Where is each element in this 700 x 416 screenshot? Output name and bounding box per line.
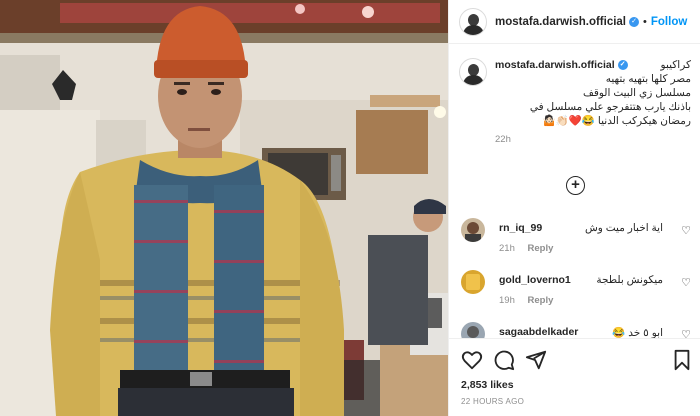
post-actions: 2,853 likes 22 HOURS AGO bbox=[449, 338, 700, 416]
username-link[interactable]: mostafa.darwish.official bbox=[495, 16, 626, 28]
caption-first-line: كراكيبو bbox=[660, 59, 691, 71]
comment-avatar[interactable] bbox=[461, 270, 485, 294]
separator-dot: • bbox=[643, 15, 647, 28]
verified-badge-icon: ✓ bbox=[629, 16, 640, 27]
comment-icon[interactable] bbox=[493, 349, 515, 371]
caption: mostafa.darwish.official ✓ كراكيبو مصر كل… bbox=[449, 58, 700, 145]
comment-item: sagaabdelkader ابو ٥ خد 😂 ♡ bbox=[461, 322, 693, 338]
comment-avatar[interactable] bbox=[461, 218, 485, 242]
comment-heart-icon[interactable]: ♡ bbox=[681, 328, 691, 338]
comment-username[interactable]: rn_iq_99 bbox=[499, 222, 542, 234]
comment-heart-icon[interactable]: ♡ bbox=[681, 224, 691, 237]
share-icon[interactable] bbox=[525, 349, 547, 371]
post-side-panel: mostafa.darwish.official ✓ • Follow most… bbox=[448, 0, 700, 416]
caption-line: باذنك يارب هتتفرجو علي مسلسل في bbox=[529, 101, 691, 113]
caption-line: مصر كلها بتهيه بتهيه bbox=[605, 73, 691, 85]
comment-meta: 19h Reply bbox=[499, 295, 553, 306]
caption-username[interactable]: mostafa.darwish.official ✓ bbox=[495, 58, 628, 72]
reply-button[interactable]: Reply bbox=[528, 243, 554, 254]
comment-meta: 21h Reply bbox=[499, 243, 553, 254]
comment-text: ميكونش بلطجة bbox=[596, 274, 663, 286]
comment-text: ابو ٥ خد 😂 bbox=[612, 327, 663, 338]
bookmark-icon[interactable] bbox=[671, 349, 693, 371]
plus-circle-icon[interactable]: + bbox=[566, 176, 585, 195]
caption-line: مسلسل زي البيت الوقف bbox=[582, 87, 691, 99]
comment-heart-icon[interactable]: ♡ bbox=[681, 276, 691, 289]
comment-username[interactable]: sagaabdelkader bbox=[499, 326, 578, 338]
caption-avatar[interactable] bbox=[459, 58, 487, 86]
comment-username[interactable]: gold_loverno1 bbox=[499, 274, 571, 286]
comment-item: gold_loverno1 ميكونش بلطجة 19h Reply ♡ bbox=[461, 270, 693, 310]
reply-button[interactable]: Reply bbox=[528, 295, 554, 306]
comment-time: 19h bbox=[499, 295, 515, 306]
avatar[interactable] bbox=[459, 7, 487, 36]
verified-badge-icon: ✓ bbox=[617, 60, 628, 71]
comment-time: 21h bbox=[499, 243, 515, 254]
action-icons bbox=[459, 349, 693, 373]
post-photo[interactable] bbox=[0, 0, 448, 416]
post-header: mostafa.darwish.official ✓ • Follow bbox=[449, 0, 700, 44]
photo-scene bbox=[0, 0, 448, 416]
heart-icon[interactable] bbox=[461, 349, 483, 371]
comment-avatar[interactable] bbox=[461, 322, 485, 338]
caption-line: رمضان هيكركب الدنيا 😂❤️👏🏻🤷🏻 bbox=[542, 115, 691, 127]
likes-count[interactable]: 2,853 likes bbox=[461, 379, 514, 391]
post-timestamp: 22 HOURS AGO bbox=[461, 397, 525, 406]
caption-time: 22h bbox=[495, 134, 511, 145]
follow-button[interactable]: Follow bbox=[651, 16, 687, 28]
comment-text: اية اخبار ميت وش bbox=[584, 222, 663, 234]
comment-item: rn_iq_99 اية اخبار ميت وش 21h Reply ♡ bbox=[461, 218, 693, 258]
